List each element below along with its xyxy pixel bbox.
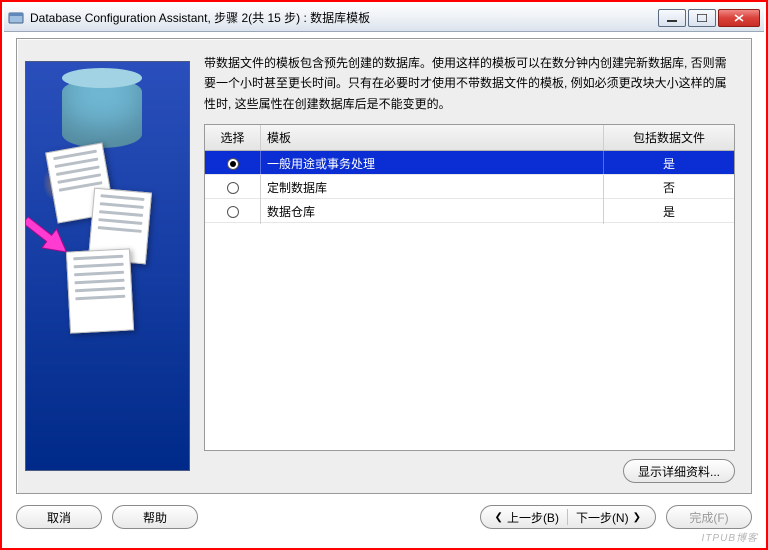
- table-row[interactable]: 数据仓库 是: [205, 199, 734, 223]
- database-icon: [62, 78, 142, 148]
- radio-option[interactable]: [227, 206, 239, 218]
- watermark: ITPUB博客: [702, 529, 758, 544]
- minimize-button[interactable]: [658, 9, 686, 27]
- nav-group: ❮上一步(B) 下一步(N)❯: [480, 505, 656, 529]
- side-illustration: [25, 61, 190, 471]
- wizard-footer: 取消 帮助 ❮上一步(B) 下一步(N)❯ 完成(F): [16, 500, 752, 534]
- description-text: 带数据文件的模板包含预先创建的数据库。使用这样的模板可以在数分钟内创建完新数据库…: [204, 53, 735, 114]
- close-button[interactable]: [718, 9, 760, 27]
- cell-template: 一般用途或事务处理: [261, 151, 604, 176]
- col-header-template: 模板: [261, 125, 604, 150]
- next-button[interactable]: 下一步(N)❯: [568, 506, 649, 528]
- back-button[interactable]: ❮上一步(B): [487, 506, 567, 528]
- finish-button: 完成(F): [666, 505, 752, 529]
- help-button[interactable]: 帮助: [112, 505, 198, 529]
- show-details-button[interactable]: 显示详细资料...: [623, 459, 735, 483]
- titlebar: Database Configuration Assistant, 步骤 2(共…: [4, 4, 764, 32]
- cell-template: 定制数据库: [261, 175, 604, 200]
- chevron-left-icon: ❮: [495, 512, 503, 523]
- table-row[interactable]: 一般用途或事务处理 是: [205, 151, 734, 175]
- col-header-select: 选择: [205, 125, 261, 150]
- radio-option[interactable]: [227, 182, 239, 194]
- cell-datafiles: 是: [604, 199, 734, 224]
- chevron-right-icon: ❯: [633, 512, 641, 523]
- cancel-button[interactable]: 取消: [16, 505, 102, 529]
- window-title: Database Configuration Assistant, 步骤 2(共…: [30, 9, 658, 26]
- cell-datafiles: 否: [604, 175, 734, 200]
- template-table: 选择 模板 包括数据文件 一般用途或事务处理 是 定制数据库 否: [204, 124, 735, 451]
- maximize-button[interactable]: [688, 9, 716, 27]
- radio-option[interactable]: [227, 158, 239, 170]
- wizard-panel: 带数据文件的模板包含预先创建的数据库。使用这样的模板可以在数分钟内创建完新数据库…: [16, 38, 752, 494]
- table-row[interactable]: 定制数据库 否: [205, 175, 734, 199]
- document-icon: [66, 248, 134, 333]
- col-header-datafiles: 包括数据文件: [604, 125, 734, 150]
- cell-template: 数据仓库: [261, 199, 604, 224]
- window-controls: [658, 9, 760, 27]
- app-icon: [8, 10, 24, 26]
- cell-datafiles: 是: [604, 151, 734, 176]
